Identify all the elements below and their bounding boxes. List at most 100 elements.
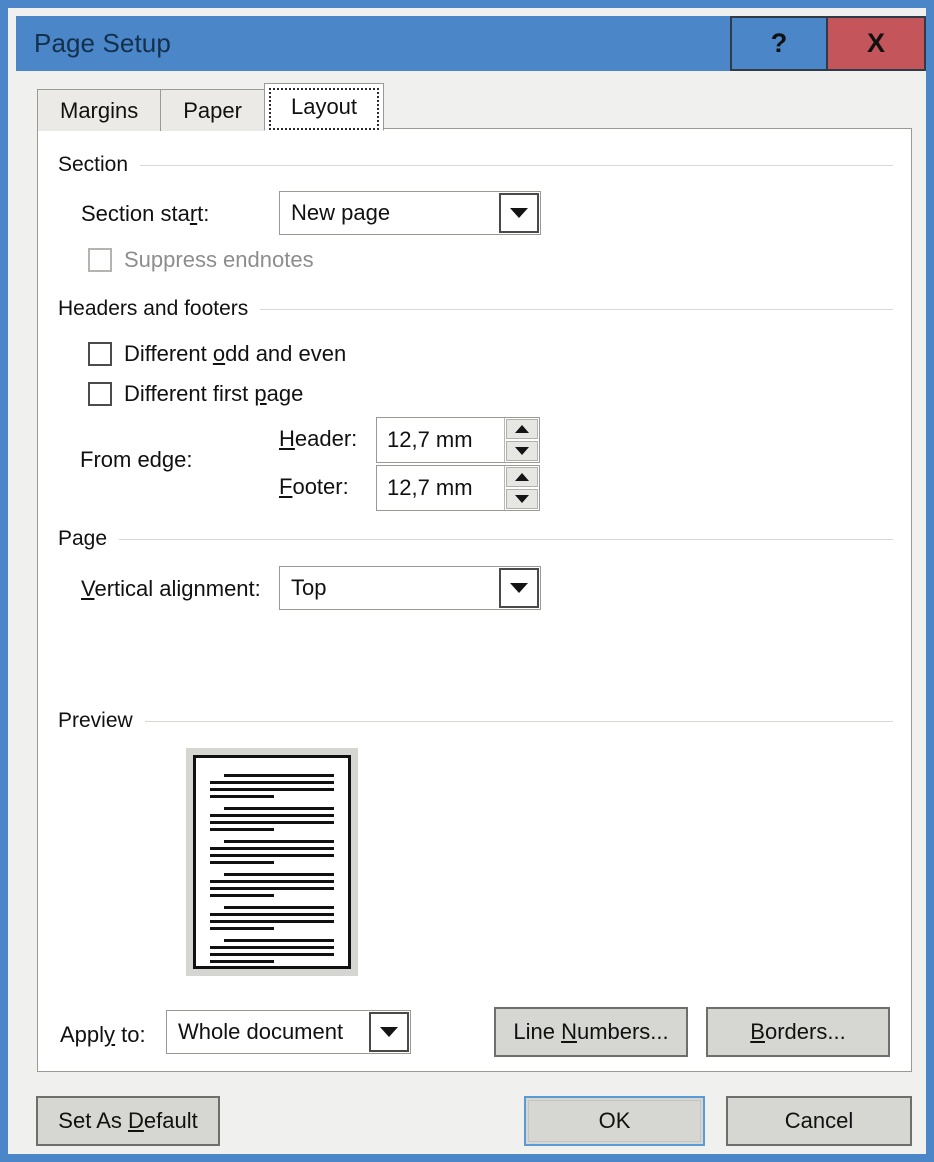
ok-label: OK	[598, 1108, 631, 1133]
group-headers-footers-label: Headers and footers	[58, 297, 249, 320]
different-odd-even-checkbox[interactable]	[88, 342, 112, 366]
help-icon[interactable]: ?	[730, 16, 828, 71]
group-headers-footers-rule	[260, 308, 893, 310]
tab-margins[interactable]: Margins	[37, 89, 162, 131]
set-as-default-button[interactable]: Set As Default	[36, 1096, 220, 1146]
tab-margins-label: Margins	[60, 97, 139, 123]
preview-text-line	[224, 807, 334, 810]
preview-text-line	[210, 946, 334, 949]
chevron-up-icon[interactable]	[506, 419, 538, 439]
apply-to-value: Whole document	[178, 1019, 344, 1044]
line-numbers-button[interactable]: Line Numbers...	[494, 1007, 688, 1057]
preview-text-line	[210, 788, 334, 791]
footer-distance-spin-buttons	[504, 466, 539, 510]
group-headers-footers: Headers and footers	[58, 297, 893, 321]
suppress-endnotes-label: Suppress endnotes	[124, 247, 314, 272]
group-preview-label: Preview	[58, 709, 133, 732]
group-page: Page	[58, 527, 893, 551]
tab-strip: Margins Paper Layout	[37, 83, 385, 131]
preview-text-line	[210, 861, 275, 864]
vertical-alignment-value: Top	[291, 575, 327, 600]
footer-distance-value[interactable]: 12,7 mm	[377, 466, 504, 510]
preview-paragraph	[210, 939, 334, 963]
suppress-endnotes-checkbox-row[interactable]: Suppress endnotes	[88, 247, 314, 273]
preview-thumbnail	[186, 748, 358, 976]
preview-text-line	[210, 960, 275, 963]
preview-paragraph	[210, 906, 334, 930]
different-first-page-checkbox-row[interactable]: Different first page	[88, 381, 303, 407]
preview-text-line	[210, 781, 334, 784]
close-icon[interactable]: X	[828, 16, 926, 71]
group-preview: Preview	[58, 709, 893, 733]
apply-to-label: Apply to:	[60, 1022, 146, 1047]
cancel-label: Cancel	[784, 1108, 854, 1133]
page-setup-dialog: Page Setup ? X Margins Paper Layout Sect…	[0, 0, 934, 1162]
dialog-footer: Set As Default OK Cancel	[16, 1084, 918, 1154]
layout-tab-panel: Section Section start: New page Suppress…	[37, 128, 912, 1072]
title-bar: Page Setup ? X	[16, 16, 926, 71]
header-distance-value[interactable]: 12,7 mm	[377, 418, 504, 462]
preview-paragraph	[210, 873, 334, 897]
tab-paper[interactable]: Paper	[160, 89, 265, 131]
preview-text-line	[210, 821, 334, 824]
preview-text-line	[224, 774, 334, 777]
ok-button[interactable]: OK	[524, 1096, 705, 1146]
chevron-down-icon[interactable]	[506, 489, 538, 509]
preview-text-line	[224, 906, 334, 909]
preview-text-line	[224, 840, 334, 843]
different-first-page-checkbox[interactable]	[88, 382, 112, 406]
vertical-alignment-combobox[interactable]: Top	[279, 566, 541, 610]
preview-text-line	[210, 795, 275, 798]
group-page-label: Page	[58, 527, 108, 550]
group-page-rule	[119, 538, 893, 540]
preview-text-line	[210, 953, 334, 956]
chevron-down-icon[interactable]	[499, 193, 539, 233]
preview-paragraph	[210, 807, 334, 831]
section-start-label: Section start:	[81, 201, 210, 226]
tab-layout-label: Layout	[290, 94, 358, 119]
chevron-up-icon[interactable]	[506, 467, 538, 487]
chevron-down-icon[interactable]	[499, 568, 539, 608]
different-odd-even-checkbox-row[interactable]: Different odd and even	[88, 341, 346, 367]
preview-text-line	[210, 880, 334, 883]
group-section-rule	[140, 164, 893, 166]
section-start-value: New page	[291, 200, 391, 225]
page-title: Page Setup	[34, 28, 171, 58]
preview-text-line	[210, 920, 334, 923]
tab-layout[interactable]: Layout	[263, 83, 385, 131]
preview-text-line	[210, 927, 275, 930]
borders-button[interactable]: Borders...	[706, 1007, 890, 1057]
header-distance-spinner[interactable]: 12,7 mm	[376, 417, 540, 463]
preview-text-line	[210, 913, 334, 916]
apply-to-combobox[interactable]: Whole document	[166, 1010, 411, 1054]
preview-text-line	[210, 887, 334, 890]
header-distance-spin-buttons	[504, 418, 539, 462]
suppress-endnotes-checkbox[interactable]	[88, 248, 112, 272]
chevron-down-icon[interactable]	[369, 1012, 409, 1052]
preview-text-line	[210, 828, 275, 831]
cancel-button[interactable]: Cancel	[726, 1096, 912, 1146]
footer-distance-label: Footer:	[279, 474, 349, 499]
chevron-down-icon[interactable]	[506, 441, 538, 461]
borders-label: Borders...	[750, 1019, 846, 1044]
group-section-label: Section	[58, 153, 129, 176]
line-numbers-label: Line Numbers...	[513, 1019, 669, 1044]
preview-page	[193, 755, 351, 969]
preview-text-line	[224, 873, 334, 876]
set-as-default-label: Set As Default	[58, 1108, 198, 1133]
group-preview-rule	[144, 720, 893, 722]
preview-paragraph	[210, 774, 334, 798]
from-edge-label: From edge:	[80, 447, 193, 472]
different-odd-even-label: Different odd and even	[124, 341, 347, 366]
tab-paper-label: Paper	[183, 97, 242, 123]
preview-paragraph	[210, 840, 334, 864]
group-section: Section	[58, 153, 893, 177]
preview-text-line	[210, 854, 334, 857]
preview-text-line	[210, 847, 334, 850]
vertical-alignment-label: Vertical alignment:	[81, 576, 261, 601]
header-distance-label: Header:	[279, 426, 358, 451]
footer-distance-spinner[interactable]: 12,7 mm	[376, 465, 540, 511]
section-start-combobox[interactable]: New page	[279, 191, 541, 235]
preview-text-line	[210, 894, 275, 897]
preview-text-line	[224, 939, 334, 942]
